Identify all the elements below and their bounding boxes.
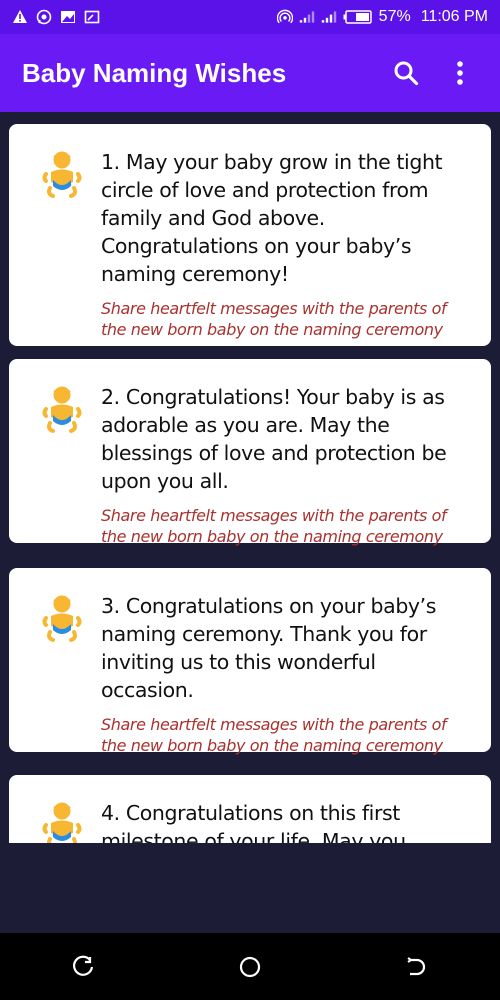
- wish-card[interactable]: 2. Congratulations! Your baby is as ador…: [9, 359, 491, 546]
- recents-icon: [73, 955, 94, 976]
- hotspot-icon: [276, 9, 293, 25]
- baby-icon: [42, 802, 82, 843]
- status-bar-right: 57% 11:06 PM: [276, 8, 488, 26]
- wish-text: 2. Congratulations! Your baby is as ador…: [101, 385, 447, 493]
- wish-subtitle: Share heartfelt messages with the parent…: [101, 299, 447, 339]
- clock: 11:06 PM: [420, 8, 488, 25]
- search-icon: [394, 61, 419, 86]
- battery-percent: 57%: [378, 8, 411, 25]
- wish-card[interactable]: 3. Congratulations on your baby’s naming…: [9, 568, 491, 755]
- baby-icon: [42, 595, 82, 642]
- page-title: Baby Naming Wishes: [22, 57, 287, 88]
- overflow-menu-button[interactable]: [442, 55, 478, 91]
- back-button[interactable]: [397, 947, 437, 987]
- baby-icon: [42, 151, 82, 198]
- status-bar: 57% 11:06 PM: [0, 0, 500, 34]
- wish-card[interactable]: 1. May your baby grow in the tight circl…: [9, 124, 491, 346]
- wish-text: 4. Congratulations on this first milesto…: [101, 801, 406, 843]
- search-button[interactable]: [388, 55, 424, 91]
- app-toolbar: Baby Naming Wishes: [0, 34, 500, 112]
- signal-icon: [299, 9, 315, 25]
- system-nav-bar: [0, 933, 500, 1000]
- wish-subtitle: Share heartfelt messages with the parent…: [101, 506, 447, 546]
- wish-card[interactable]: 4. Congratulations on this first milesto…: [9, 775, 491, 843]
- baby-icon: [42, 386, 82, 433]
- status-bar-left: [12, 9, 100, 25]
- home-icon: [239, 956, 261, 977]
- whatsapp-icon: [36, 9, 52, 25]
- battery-icon: [343, 9, 373, 25]
- wishes-list[interactable]: 1. May your baby grow in the tight circl…: [0, 112, 500, 843]
- wish-text: 3. Congratulations on your baby’s naming…: [101, 594, 437, 702]
- image-icon: [60, 9, 76, 25]
- wish-subtitle: Share heartfelt messages with the parent…: [101, 715, 447, 755]
- more-vert-icon: [457, 61, 463, 85]
- wish-text: 1. May your baby grow in the tight circl…: [101, 150, 443, 286]
- signal-icon: [321, 9, 337, 25]
- cast-icon: [84, 9, 100, 25]
- recents-button[interactable]: [63, 947, 103, 987]
- back-icon: [407, 956, 425, 975]
- home-button[interactable]: [230, 947, 270, 987]
- alert-icon: [12, 9, 28, 25]
